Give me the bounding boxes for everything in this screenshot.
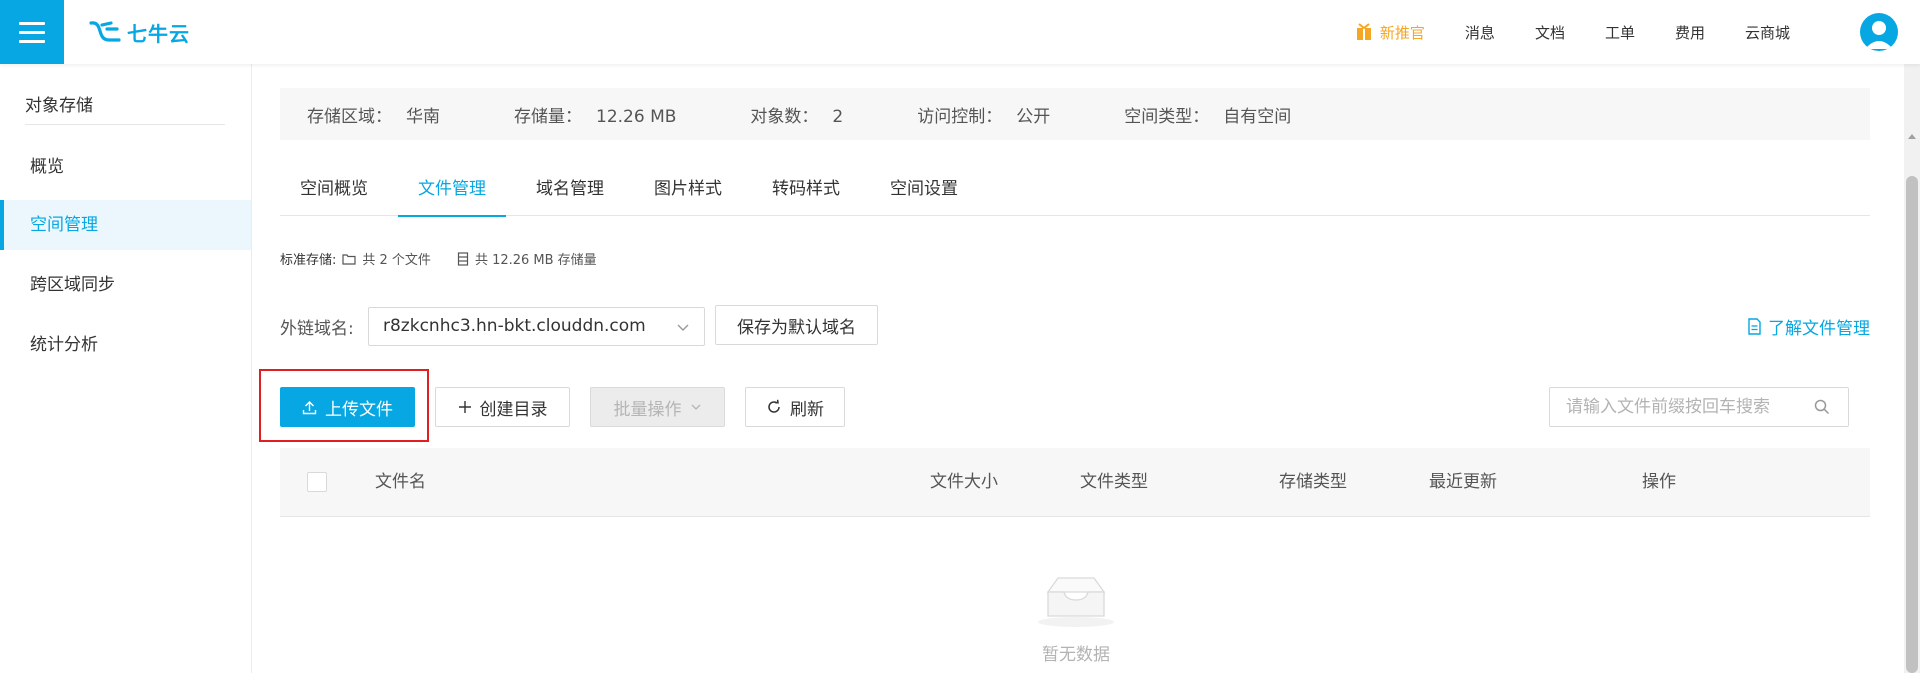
summary-storage-size: 共 12.26 MB 存储量: [474, 253, 597, 268]
bucket-info-bar: 存储区域： 华南 存储量： 12.26 MB 对象数： 2 访问控制： 公开 空间类型：…: [280, 88, 1870, 140]
storage-icon: [457, 251, 469, 266]
qiniu-logo-icon: [89, 21, 121, 42]
user-icon: [1865, 21, 1893, 49]
sidebar-item-overview[interactable]: 概览: [0, 142, 251, 192]
info-storage: 存储量： 12.26 MB: [514, 106, 677, 127]
refresh-icon: [768, 399, 780, 413]
select-all-checkbox[interactable]: [307, 472, 327, 492]
tab-overview[interactable]: 空间概览: [280, 163, 388, 216]
column-header-storagetype[interactable]: 存储类型: [1279, 448, 1347, 516]
folder-icon: [342, 253, 356, 265]
sidebar-title: 对象存储: [25, 96, 93, 116]
tab-transcode-styles[interactable]: 转码样式: [752, 163, 860, 216]
sidebar-divider: [25, 124, 225, 125]
empty-state: 暂无数据: [1016, 572, 1136, 665]
tab-file-management[interactable]: 文件管理: [398, 163, 506, 217]
refresh-button[interactable]: 刷新: [745, 387, 845, 427]
gift-icon: [1356, 23, 1371, 40]
tab-domain-management[interactable]: 域名管理: [516, 163, 624, 216]
summary-label: 标准存储:: [280, 253, 337, 268]
topnav-billing-link[interactable]: 费用: [1675, 22, 1705, 43]
chevron-down-icon: [691, 404, 700, 410]
topnav-marketplace-link[interactable]: 云商城: [1745, 22, 1790, 43]
info-access-control: 访问控制： 公开: [917, 106, 1051, 127]
column-header-filetype[interactable]: 文件类型: [1080, 448, 1148, 516]
chevron-down-icon: [677, 324, 689, 331]
topnav-docs-link[interactable]: 文档: [1535, 22, 1565, 43]
column-header-filesize[interactable]: 文件大小: [930, 448, 998, 516]
tab-image-styles[interactable]: 图片样式: [634, 163, 742, 216]
top-bar: 七牛云 新推官 消息 文档 工单 费用 云商城: [0, 0, 1920, 64]
sidebar: 对象存储 概览 空间管理 跨区域同步 统计分析: [0, 64, 252, 673]
sidebar-item-cross-region-sync[interactable]: 跨区域同步: [0, 260, 251, 310]
column-header-actions: 操作: [1642, 472, 1676, 492]
topnav-promo-label: 新推官: [1379, 23, 1425, 42]
bucket-tabs: 空间概览 文件管理 域名管理 图片样式 转码样式 空间设置: [280, 163, 1870, 217]
scroll-up-icon[interactable]: [1908, 134, 1916, 139]
plus-icon: [458, 401, 471, 413]
empty-state-text: 暂无数据: [1042, 645, 1110, 665]
save-default-domain-button[interactable]: 保存为默认域名: [715, 305, 878, 345]
top-nav: 新推官 消息 文档 工单 费用 云商城: [1356, 0, 1790, 64]
scrollbar-thumb[interactable]: [1906, 176, 1918, 673]
info-object-count: 对象数： 2: [750, 106, 844, 127]
domain-label: 外链域名:: [280, 319, 354, 339]
batch-actions-dropdown[interactable]: 批量操作: [590, 387, 725, 427]
column-header-filename[interactable]: 文件名: [375, 448, 426, 516]
sidebar-item-bucket-management[interactable]: 空间管理: [0, 200, 251, 250]
menu-icon: [19, 21, 45, 25]
tab-bucket-settings[interactable]: 空间设置: [870, 163, 978, 216]
user-avatar[interactable]: [1860, 13, 1898, 51]
search-icon[interactable]: [1814, 399, 1830, 415]
topnav-tickets-link[interactable]: 工单: [1605, 22, 1635, 43]
file-search-box[interactable]: [1549, 387, 1849, 427]
file-search-input[interactable]: [1550, 388, 1790, 426]
storage-summary: 标准存储: 共 2 个文件 共 12.26 MB 存储量: [280, 249, 597, 268]
info-bucket-type: 空间类型： 自有空间: [1124, 106, 1292, 127]
hamburger-menu-button[interactable]: [0, 0, 64, 64]
brand-logo[interactable]: 七牛云: [89, 14, 190, 50]
info-region: 存储区域： 华南: [307, 106, 440, 127]
file-table-header: 文件名 文件大小 文件类型 存储类型 最近更新 操作: [280, 448, 1870, 517]
learn-file-management-link[interactable]: 了解文件管理: [1747, 314, 1870, 339]
domain-select-value: r8zkcnhc3.hn-bkt.clouddn.com: [383, 316, 646, 336]
empty-inbox-icon: [1038, 577, 1114, 627]
document-icon: [1748, 318, 1761, 335]
sidebar-item-statistics[interactable]: 统计分析: [0, 320, 251, 370]
upload-icon: [302, 400, 317, 414]
column-header-last-updated[interactable]: 最近更新: [1429, 448, 1497, 516]
brand-name: 七牛云: [127, 21, 190, 46]
create-directory-button[interactable]: 创建目录: [435, 387, 570, 427]
summary-file-count: 共 2 个文件: [362, 253, 431, 268]
upload-file-button[interactable]: 上传文件: [280, 387, 415, 427]
topnav-promo-link[interactable]: 新推官: [1356, 22, 1425, 43]
topnav-messages-link[interactable]: 消息: [1465, 22, 1495, 43]
domain-select[interactable]: r8zkcnhc3.hn-bkt.clouddn.com: [368, 307, 705, 346]
